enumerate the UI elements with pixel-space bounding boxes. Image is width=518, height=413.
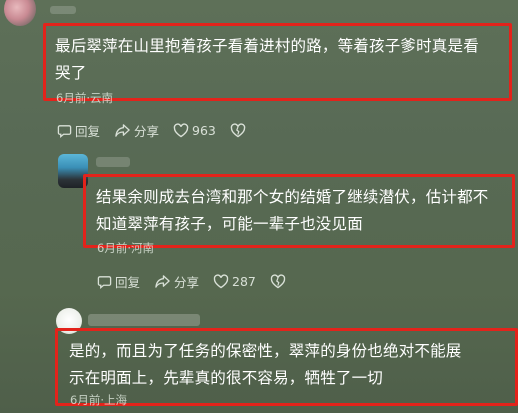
action-bar: 回复 分享 287 [97, 272, 303, 291]
comment-text: 结果余则成去台湾和那个女的结婚了继续潜伏，估计都不 知道翠萍有孩子，可能一辈子也… [96, 188, 489, 233]
share-button[interactable]: 分享 [154, 272, 199, 291]
like-button[interactable]: 287 [213, 274, 256, 289]
comment-meta: 6月前·上海 [70, 393, 127, 407]
reply-icon [57, 125, 72, 138]
reply-button[interactable]: 回复 [57, 121, 100, 140]
reply-icon [97, 276, 112, 289]
broken-heart-icon [270, 274, 286, 289]
reply-button[interactable]: 回复 [97, 272, 140, 291]
share-button[interactable]: 分享 [114, 121, 159, 140]
share-label: 分享 [174, 275, 200, 290]
like-count: 963 [192, 123, 216, 138]
comment-text: 是的，而且为了任务的保密性，翠萍的身份也绝对不能展 示在明面上，先辈真的很不容易… [69, 342, 462, 387]
username[interactable] [88, 314, 200, 326]
action-bar: 回复 分享 963 [57, 121, 263, 140]
comment-text: 最后翠萍在山里抱着孩子看着进村的路，等着孩子爹时真是看 哭了 [55, 37, 479, 82]
heart-icon [173, 123, 189, 138]
broken-heart-icon [230, 123, 246, 138]
like-count: 287 [232, 274, 256, 289]
avatar[interactable] [4, 0, 36, 26]
reply-label: 回复 [75, 124, 101, 139]
dislike-button[interactable] [230, 123, 249, 138]
username[interactable] [96, 157, 130, 167]
username[interactable] [50, 6, 76, 14]
like-button[interactable]: 963 [173, 123, 216, 138]
reply-label: 回复 [115, 275, 141, 290]
share-icon [155, 275, 170, 288]
share-label: 分享 [134, 124, 160, 139]
heart-icon [213, 274, 229, 289]
comment-meta: 6月前·河南 [97, 241, 154, 255]
share-icon [115, 124, 130, 137]
dislike-button[interactable] [270, 274, 289, 289]
comment-meta: 6月前·云南 [56, 91, 113, 105]
